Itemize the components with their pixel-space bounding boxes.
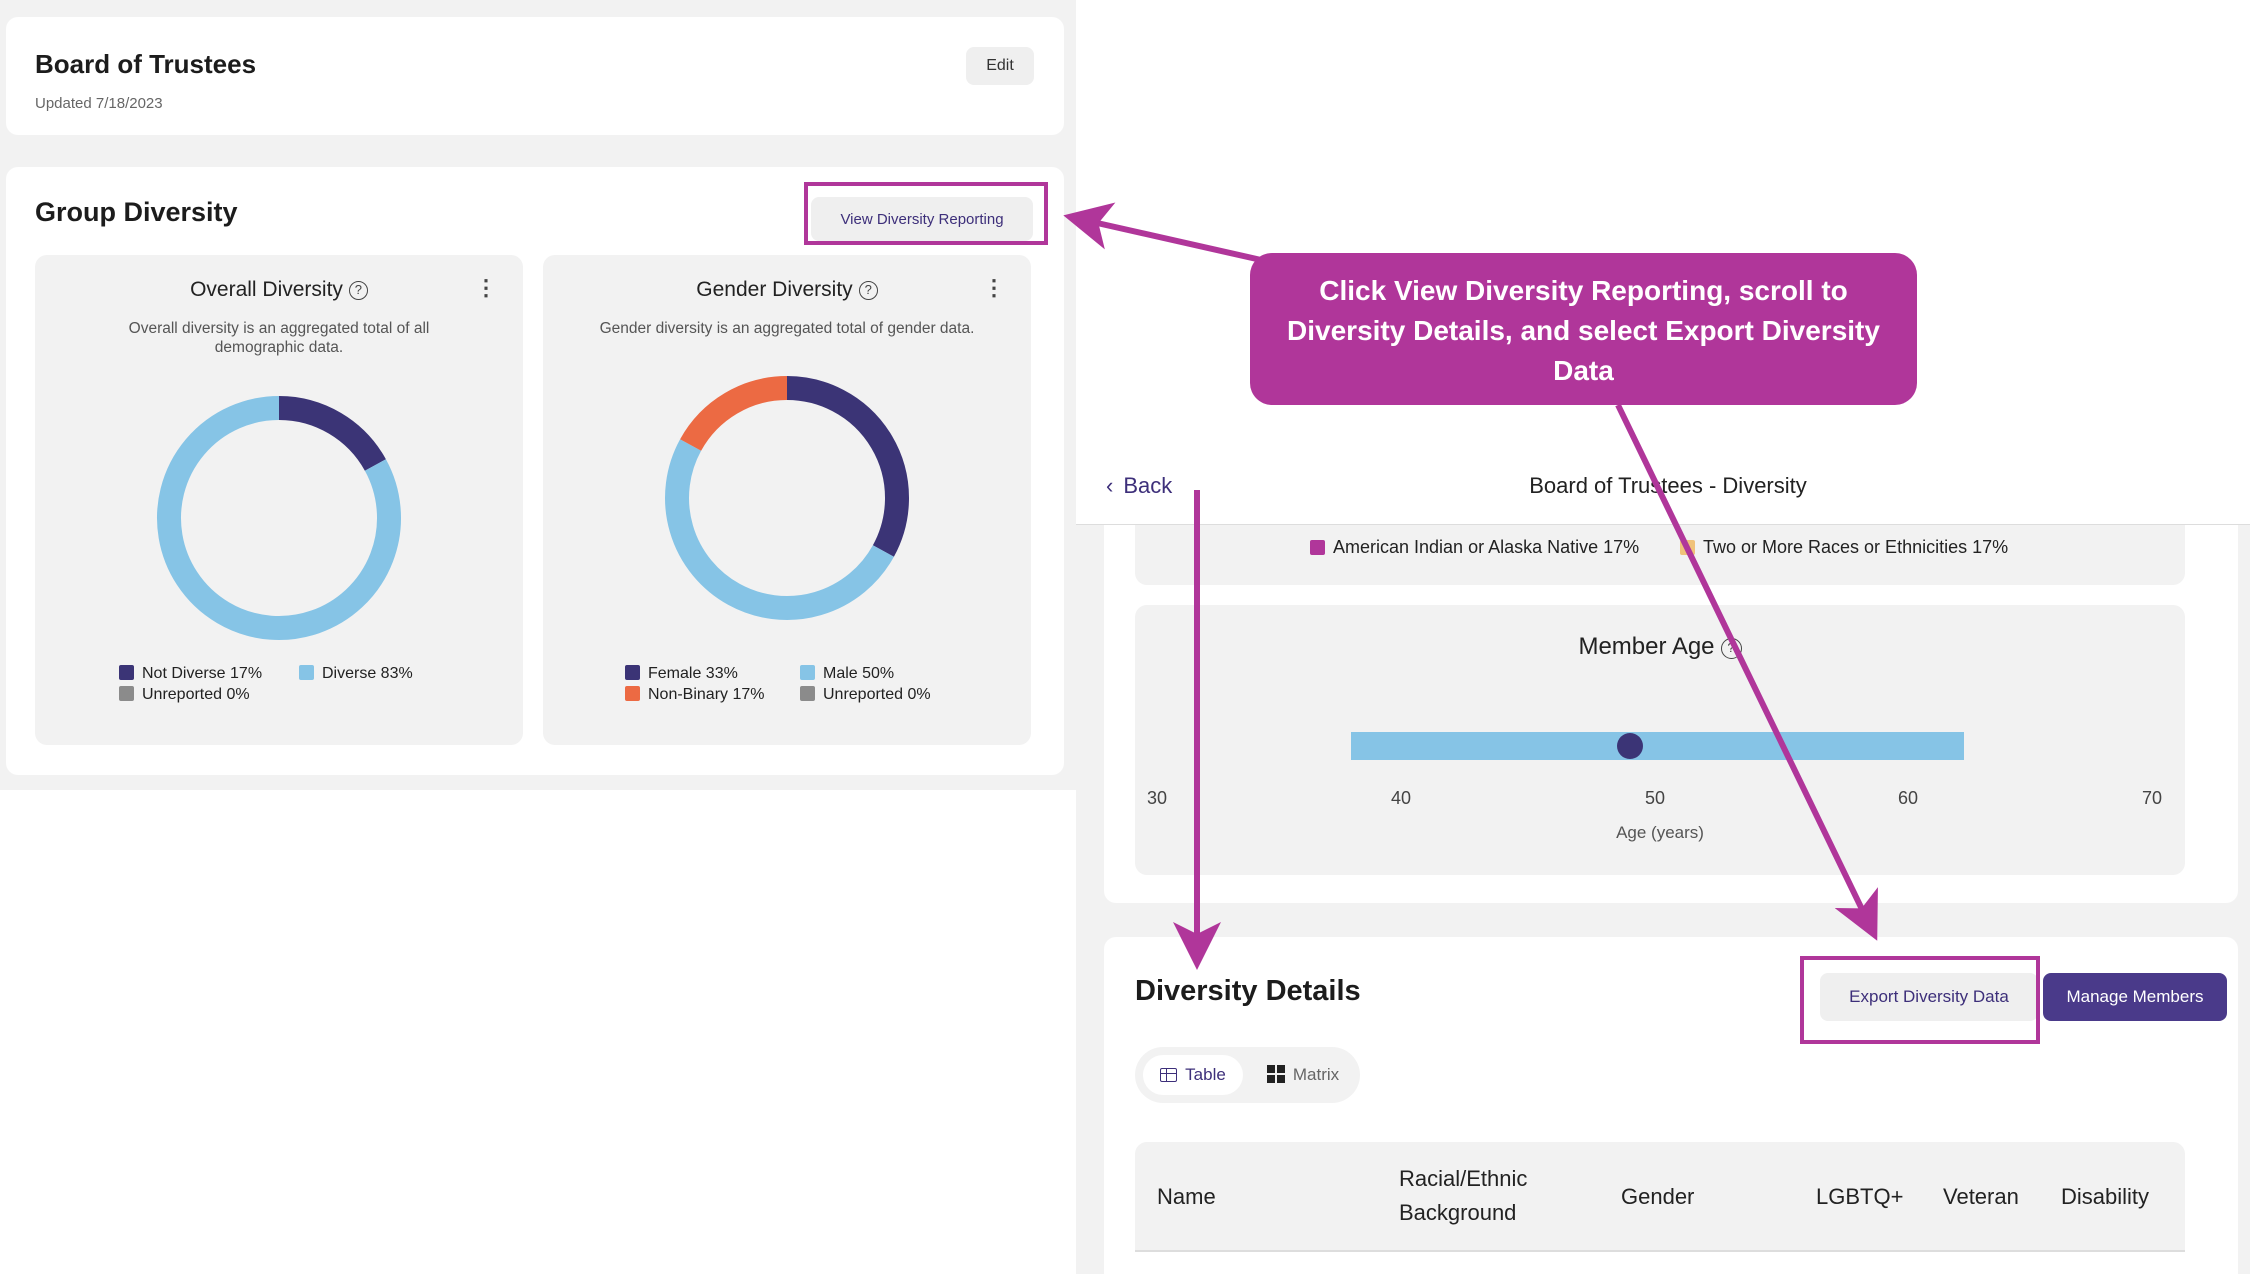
- help-icon[interactable]: ?: [858, 281, 878, 300]
- highlight-box-export: [1800, 956, 2040, 1044]
- overall-diversity-panel: Overall Diversity? ⋮ Overall diversity i…: [35, 255, 523, 745]
- legend-unreported: Unreported 0%: [800, 686, 931, 704]
- overall-diversity-title: Overall Diversity?: [35, 278, 523, 302]
- group-diversity-title: Group Diversity: [35, 197, 238, 227]
- instruction-callout: Click View Diversity Reporting, scroll t…: [1250, 253, 1917, 405]
- age-tick-60: 60: [1898, 788, 1919, 808]
- grid-icon: [1266, 1065, 1285, 1083]
- race-ethnicity-panel: American Indian or Alaska Native 17% Two…: [1135, 525, 2185, 585]
- legend-unreported: Unreported 0%: [119, 686, 250, 704]
- legend-two-or-more: Two or More Races or Ethnicities 17%: [1680, 537, 2008, 558]
- kebab-menu-icon[interactable]: ⋮: [475, 277, 497, 299]
- page-title: Board of Trustees - Diversity: [1529, 473, 1807, 498]
- age-tick-40: 40: [1391, 788, 1412, 808]
- column-veteran[interactable]: Veteran: [1943, 1180, 2019, 1214]
- age-median-marker: [1617, 733, 1643, 759]
- gender-diversity-panel: Gender Diversity? ⋮ Gender diversity is …: [543, 255, 1031, 745]
- donut-slice-not-diverse: [278, 396, 386, 472]
- tab-table[interactable]: Table: [1143, 1055, 1243, 1095]
- right-screenshot: American Indian or Alaska Native 17% Two…: [1076, 455, 2250, 1277]
- chevron-left-icon: ‹: [1106, 473, 1114, 498]
- highlight-box-view-reporting: [804, 182, 1048, 245]
- tab-matrix[interactable]: Matrix: [1253, 1055, 1353, 1095]
- legend-not-diverse: Not Diverse 17%: [119, 665, 262, 683]
- donut-slice-female: [786, 376, 909, 557]
- group-diversity-card: Group Diversity View Diversity Reporting…: [6, 167, 1064, 775]
- legend-non-binary: Non-Binary 17%: [625, 686, 765, 704]
- edit-button[interactable]: Edit: [966, 47, 1034, 85]
- help-icon[interactable]: ?: [348, 281, 368, 300]
- view-toggle: Table Matrix: [1135, 1047, 1360, 1103]
- kebab-menu-icon[interactable]: ⋮: [983, 277, 1005, 299]
- column-racial-ethnic[interactable]: Racial/Ethnic Background: [1399, 1162, 1549, 1230]
- gender-diversity-title: Gender Diversity?: [543, 278, 1031, 302]
- gender-diversity-description: Gender diversity is an aggregated total …: [599, 320, 975, 337]
- legend-american-indian: American Indian or Alaska Native 17%: [1310, 537, 1639, 558]
- donut-slice-non-binary: [680, 376, 788, 452]
- column-gender[interactable]: Gender: [1621, 1180, 1694, 1214]
- column-disability[interactable]: Disability: [2061, 1180, 2149, 1214]
- member-age-panel: Member Age? 30 40 50 60 70 Age (years): [1135, 605, 2185, 875]
- age-tick-30: 30: [1147, 788, 1168, 808]
- legend-female: Female 33%: [625, 665, 738, 683]
- board-card: Board of Trustees Updated 7/18/2023 Edit: [6, 17, 1064, 135]
- gender-diversity-donut: [665, 376, 909, 620]
- age-tick-50: 50: [1645, 788, 1666, 808]
- donut-slice-male: [665, 439, 894, 620]
- demographics-card: American Indian or Alaska Native 17% Two…: [1104, 525, 2238, 903]
- age-range-bar: [1351, 732, 1964, 760]
- manage-members-button[interactable]: Manage Members: [2043, 973, 2227, 1021]
- page-header: Board of Trustees - Diversity ‹ Back: [1076, 455, 2250, 525]
- arrow-to-view-reporting: [1063, 202, 1271, 265]
- diversity-details-card: Diversity Details Export Diversity Data …: [1104, 937, 2238, 1277]
- diversity-details-title: Diversity Details: [1135, 975, 1361, 1007]
- help-icon[interactable]: ?: [1720, 638, 1742, 659]
- legend-diverse: Diverse 83%: [299, 665, 413, 683]
- age-axis-label: Age (years): [1616, 823, 1704, 842]
- member-age-title: Member Age?: [1135, 633, 2185, 661]
- legend-male: Male 50%: [800, 665, 894, 683]
- overall-diversity-donut: [157, 396, 401, 640]
- table-header: Name Racial/Ethnic Background Gender LGB…: [1135, 1142, 2185, 1252]
- updated-date: Updated 7/18/2023: [35, 95, 163, 112]
- table-icon: [1160, 1068, 1178, 1082]
- back-link[interactable]: ‹ Back: [1106, 473, 1172, 499]
- gender-diversity-title-text: Gender Diversity: [696, 278, 853, 301]
- age-tick-70: 70: [2142, 788, 2163, 808]
- column-name[interactable]: Name: [1157, 1180, 1216, 1214]
- back-label: Back: [1123, 473, 1173, 498]
- board-title: Board of Trustees: [35, 49, 257, 79]
- overall-diversity-title-text: Overall Diversity: [190, 278, 343, 301]
- overall-diversity-description: Overall diversity is an aggregated total…: [128, 320, 430, 356]
- left-screenshot: Board of Trustees Updated 7/18/2023 Edit…: [0, 0, 1076, 790]
- column-lgbtq[interactable]: LGBTQ+: [1816, 1180, 1903, 1214]
